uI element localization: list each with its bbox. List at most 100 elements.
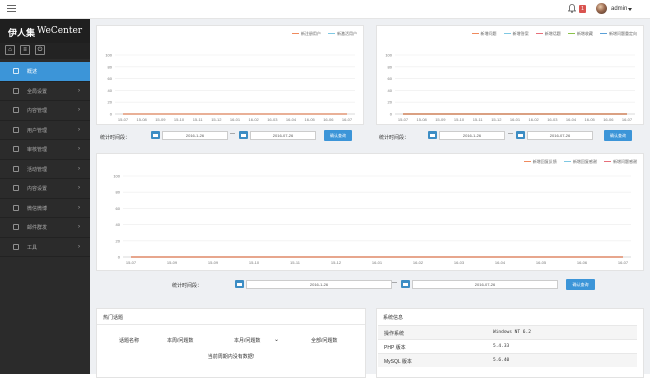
menu-toggle-icon[interactable] (7, 5, 16, 13)
x-tick-label: 16-03 (454, 260, 465, 265)
y-tick-label: 80 (116, 190, 121, 195)
content-stats-card: 新增问题 新增答案 新增话题 新增收藏 新增问题重定向 100 80 60 40 20 0… (376, 25, 644, 125)
calendar-icon[interactable] (235, 280, 244, 288)
sidebar-item-label: 审核管理 (27, 147, 48, 153)
system-info-panel: 系统信息 操作系统 Windows NT 6.2 PHP 版本 5.4.33 MyS… (376, 308, 644, 378)
query-button[interactable]: 确认查询 (604, 130, 632, 141)
sidebar-item-mail[interactable]: 邮件群发 › (0, 218, 90, 238)
sys-value: 5.6.40 (493, 358, 510, 363)
end-date-input[interactable]: 2016-07-26 (527, 131, 593, 140)
brand-cn: 伊人集 (8, 28, 36, 38)
sidebar-item-global-settings[interactable]: 全局设置 › (0, 82, 90, 101)
sidebar-item-label: 全局设置 (27, 88, 48, 95)
x-tick-label: 16-06 (577, 260, 588, 265)
y-tick-label: 100 (113, 174, 120, 179)
x-tick-label: 15-12 (331, 260, 342, 265)
document-icon (13, 107, 19, 113)
sidebar-item-users[interactable]: 用户管理 › (0, 121, 90, 140)
end-date-input[interactable]: 2016-07-26 (412, 280, 558, 289)
sidebar-item-label: 用户管理 (27, 127, 48, 134)
chevron-right-icon: › (78, 87, 80, 94)
sidebar-item-activity[interactable]: 活动管理 › (0, 160, 90, 179)
col-total-count[interactable]: 全部/问题数 (311, 337, 337, 344)
chevron-right-icon: › (78, 126, 80, 133)
col-month-count[interactable]: 本月/问题数 (234, 337, 260, 344)
chevron-right-icon: › (78, 107, 80, 113)
sidebar-item-label: 活动管理 (27, 166, 48, 173)
chevron-right-icon: › (78, 243, 80, 250)
sidebar-item-wechat-weibo[interactable]: 微信微博 › (0, 199, 90, 218)
x-tick-label: 16-01 (510, 117, 521, 122)
calendar-icon[interactable] (151, 131, 160, 139)
start-date-input[interactable]: 2016-1-26 (162, 131, 228, 140)
edit-icon (13, 185, 19, 191)
sidebar-item-label: 邮件群发 (27, 225, 48, 231)
query-button[interactable]: 确认查询 (566, 279, 595, 290)
bell-icon[interactable] (568, 4, 576, 13)
sidebar-item-overview[interactable]: 概述 (0, 62, 90, 82)
check-icon (13, 146, 19, 152)
top-bar: 1 admin (0, 0, 650, 19)
chevron-down-icon[interactable] (628, 8, 632, 11)
y-tick-label: 80 (108, 64, 113, 69)
chevron-down-icon[interactable]: ⌄ (274, 336, 279, 343)
query-button[interactable]: 确认查询 (324, 130, 352, 141)
sidebar-item-review[interactable]: 审核管理 › (0, 140, 90, 160)
sidebar-shortcuts: ⌂ ≡ ⏻ (0, 43, 90, 59)
avatar[interactable] (596, 3, 607, 14)
calendar-icon[interactable] (239, 131, 248, 139)
brand-logo[interactable]: 伊人集 WeCenter (0, 19, 90, 43)
sidebar-item-label: 内容设置 (27, 186, 48, 192)
sidebar-item-content-settings[interactable]: 内容设置 › (0, 179, 90, 199)
x-tick-label: 15-07 (126, 260, 137, 265)
home-icon[interactable]: ⌂ (5, 45, 15, 55)
interaction-stats-card: 新增回复反馈 新增回复感谢 新增问题感谢 100 80 60 40 20 0 15-07 15… (96, 153, 644, 271)
date-range-label: 统计时间段： (100, 135, 131, 141)
y-tick-label: 100 (385, 53, 392, 58)
range-dash: — (508, 131, 513, 137)
x-tick-label: 15-11 (290, 260, 301, 265)
sidebar: 伊人集 WeCenter ⌂ ≡ ⏻ 概述 全局设置 › 内容管理 › 用户管理 › … (0, 19, 90, 374)
sys-value: 5.4.33 (493, 344, 510, 349)
sys-row: MySQL 版本 5.6.40 (378, 353, 637, 367)
calendar-icon[interactable] (516, 131, 525, 139)
sidebar-item-label: 微信微博 (27, 205, 48, 212)
y-tick-label: 0 (390, 112, 393, 117)
x-tick-label: 16-04 (566, 117, 577, 122)
username[interactable]: admin (611, 6, 627, 12)
hot-topics-panel: 热门话题 话题名称 本周/问题数 本月/问题数 ⌄ 全部/问题数 当前周期内没有… (96, 308, 366, 378)
x-tick-label: 15-12 (211, 117, 222, 122)
start-date-input[interactable]: 2016-1-26 (246, 280, 392, 289)
panel-title: 系统信息 (383, 315, 404, 321)
share-icon (13, 204, 19, 211)
y-tick-label: 0 (110, 112, 113, 117)
x-tick-label: 16-05 (585, 117, 596, 122)
sidebar-item-tools[interactable]: 工具 › (0, 238, 90, 257)
x-tick-label: 16-04 (286, 117, 297, 122)
sys-value: Windows NT 6.2 (493, 330, 531, 335)
calendar-icon[interactable] (401, 280, 410, 288)
y-tick-label: 60 (108, 76, 113, 81)
user-icon (13, 126, 19, 133)
calendar-icon (13, 165, 19, 172)
x-tick-label: 15-08 (137, 117, 148, 122)
x-tick-label: 15-10 (249, 260, 260, 265)
sidebar-item-content[interactable]: 内容管理 › (0, 101, 90, 121)
end-date-input[interactable]: 2016-07-26 (250, 131, 316, 140)
empty-message: 当前周期内没有数据! (207, 354, 255, 360)
sys-key: 操作系统 (384, 331, 405, 337)
main-content: 新注册用户 新激活用户 100 80 60 40 20 0 15-07 15-08 15-09 1… (90, 19, 650, 378)
x-tick-label: 15-07 (398, 117, 409, 122)
range-dash: — (230, 131, 235, 137)
x-tick-label: 16-06 (603, 117, 614, 122)
notification-badge[interactable]: 1 (579, 5, 586, 13)
calendar-icon[interactable] (428, 131, 437, 139)
sidebar-item-label: 工具 (27, 244, 38, 251)
start-date-input[interactable]: 2016-1-26 (439, 131, 505, 140)
x-tick-label: 16-02 (249, 117, 260, 122)
brand-en: WeCenter (37, 26, 83, 36)
list-icon[interactable]: ≡ (20, 45, 30, 55)
col-week-count[interactable]: 本周/问题数 (167, 337, 193, 344)
power-icon[interactable]: ⏻ (35, 45, 45, 55)
chevron-right-icon: › (78, 146, 80, 152)
